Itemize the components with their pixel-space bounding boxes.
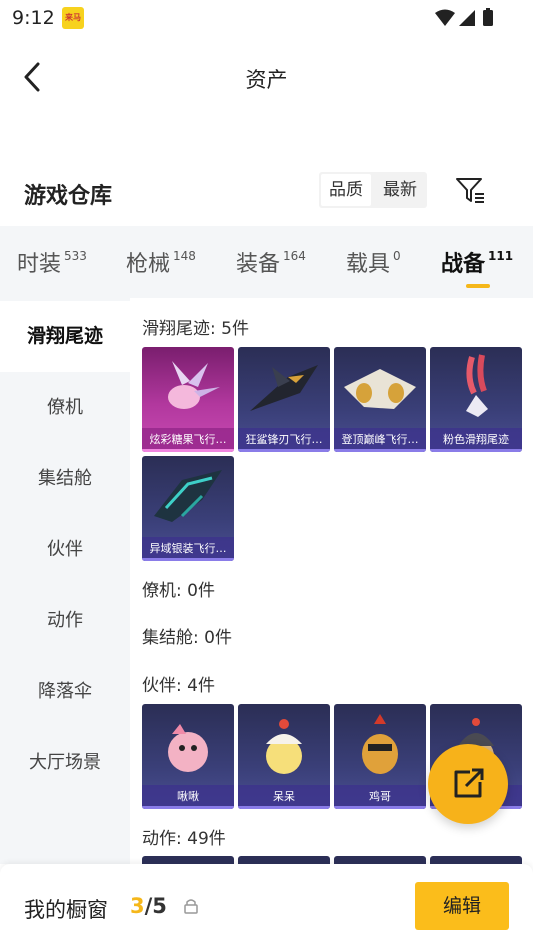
wifi-icon: [435, 9, 455, 26]
showcase-label: 我的橱窗: [24, 898, 108, 922]
edit-button[interactable]: 编辑: [415, 882, 509, 930]
status-time: 9:12: [12, 7, 55, 29]
item-card[interactable]: [430, 856, 522, 864]
item-card[interactable]: 呆呆: [238, 704, 330, 809]
pink-glide-trail-image: [466, 354, 488, 417]
category-tabs: 时装 533 枪械 148 装备 164 载具 0 战备 111: [0, 226, 533, 298]
status-icons: [435, 8, 493, 26]
item-card[interactable]: [334, 856, 426, 864]
showcase-bar: 我的橱窗 3/5 编辑: [0, 864, 533, 948]
sort-toggle: 品质 最新: [319, 172, 427, 208]
subnav-item-pod[interactable]: 集结舱: [0, 443, 130, 514]
sort-newest-button[interactable]: 最新: [373, 172, 427, 208]
section-title-action: 动作: 49件: [142, 829, 226, 849]
subnav-item-parachute[interactable]: 降落伞: [0, 656, 130, 727]
summit-glider-image: [344, 369, 416, 409]
section-title-wingman: 僚机: 0件: [142, 581, 215, 601]
app-header: 资产: [0, 36, 533, 118]
signal-icon: [459, 10, 475, 26]
item-name: 登顶巅峰飞行…: [334, 428, 426, 452]
partner-daidai-image: [266, 719, 302, 774]
item-card[interactable]: 异域银装飞行…: [142, 456, 234, 561]
tab-fashion[interactable]: 时装 533: [17, 246, 87, 278]
item-card[interactable]: 狂鲨锋刃飞行…: [238, 347, 330, 452]
subnav-item-wingman[interactable]: 僚机: [0, 372, 130, 443]
share-button[interactable]: [428, 744, 508, 824]
subnav-item-action[interactable]: 动作: [0, 585, 130, 656]
item-name: 狂鲨锋刃飞行…: [238, 428, 330, 452]
item-card[interactable]: 粉色滑翔尾迹: [430, 347, 522, 452]
section-title-pod: 集结舱: 0件: [142, 628, 232, 648]
item-card[interactable]: 炫彩糖果飞行…: [142, 347, 234, 452]
subnav-item-lobby-scene[interactable]: 大厅场景: [0, 727, 130, 798]
tab-vehicles[interactable]: 载具 0: [346, 246, 401, 278]
subnav-item-glide-trail[interactable]: 滑翔尾迹: [0, 301, 130, 372]
item-name: 啾啾: [142, 785, 234, 809]
partner-jiujiu-image: [168, 724, 208, 772]
active-tab-indicator: [466, 284, 490, 288]
showcase-count: 3/5: [130, 894, 167, 918]
sort-quality-button[interactable]: 品质: [321, 174, 371, 206]
section-title-partner: 伙伴: 4件: [142, 676, 215, 696]
tab-equipment[interactable]: 装备 164: [236, 246, 306, 278]
battery-icon: [483, 10, 493, 26]
item-name: 异域银装飞行…: [142, 537, 234, 561]
partner-jige-image: [362, 714, 398, 774]
item-name: 鸡哥: [334, 785, 426, 809]
status-bar: 9:12 来马: [0, 0, 533, 36]
subnav-item-partner[interactable]: 伙伴: [0, 514, 130, 585]
item-name: 粉色滑翔尾迹: [430, 428, 522, 452]
item-name: 炫彩糖果飞行…: [142, 428, 234, 452]
filter-icon[interactable]: [454, 174, 486, 206]
candy-glider-image: [168, 361, 220, 409]
section-title-glide: 滑翔尾迹: 5件: [142, 319, 249, 339]
app-notification-icon: 来马: [62, 7, 84, 29]
exotic-glider-image: [154, 470, 222, 522]
item-card[interactable]: 登顶巅峰飞行…: [334, 347, 426, 452]
page-title: 资产: [245, 68, 288, 92]
share-icon: [454, 768, 484, 798]
tab-guns[interactable]: 枪械 148: [126, 246, 196, 278]
item-card[interactable]: [238, 856, 330, 864]
lock-icon: [184, 899, 198, 914]
item-card[interactable]: [142, 856, 234, 864]
shark-glider-image: [250, 365, 318, 411]
warehouse-title: 游戏仓库: [24, 184, 113, 209]
item-card[interactable]: 鸡哥: [334, 704, 426, 809]
sub-category-nav: 滑翔尾迹 僚机 集结舱 伙伴 动作 降落伞 大厅场景: [0, 298, 130, 864]
tab-combat-gear[interactable]: 战备 111: [441, 246, 513, 278]
item-name: 呆呆: [238, 785, 330, 809]
item-card[interactable]: 啾啾: [142, 704, 234, 809]
